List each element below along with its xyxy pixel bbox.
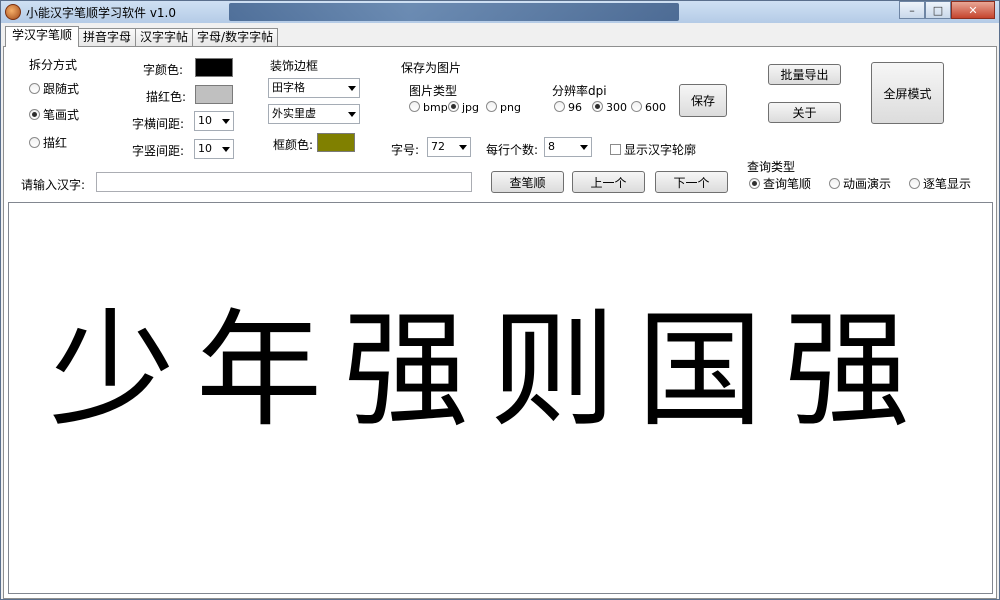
trace-color-swatch[interactable]	[195, 85, 233, 104]
batch-export-button[interactable]: 批量导出	[768, 64, 841, 85]
radio-dpi-300[interactable]	[592, 101, 603, 112]
tab-stroke-order[interactable]: 学汉字笔顺	[5, 26, 80, 47]
save-image-title: 保存为图片	[401, 61, 462, 75]
radio-follow[interactable]	[29, 83, 40, 94]
trace-color-label: 描红色:	[146, 90, 187, 104]
radio-stroke[interactable]	[29, 109, 40, 120]
chevron-down-icon	[348, 112, 356, 117]
split-option-follow[interactable]: 跟随式	[29, 80, 79, 97]
border-title: 装饰边框	[270, 59, 319, 73]
next-button[interactable]: 下一个	[655, 171, 728, 193]
window-controls: – □ ✕	[899, 1, 995, 19]
stroke-display-canvas[interactable]: 少年强则国强	[8, 202, 993, 594]
radio-dpi-96[interactable]	[554, 101, 565, 112]
radio-query-stroke[interactable]	[749, 178, 760, 189]
split-option-trace[interactable]: 描红	[29, 134, 67, 151]
char-color-swatch[interactable]	[195, 58, 233, 77]
checkbox-outline[interactable]	[610, 144, 621, 155]
split-option-stroke[interactable]: 笔画式	[29, 106, 79, 123]
dpi-300[interactable]: 300	[592, 101, 627, 114]
h-spacing-select[interactable]: 10	[194, 111, 234, 131]
chevron-down-icon	[222, 119, 230, 124]
radio-trace[interactable]	[29, 137, 40, 148]
title-bar-background-blur	[229, 3, 679, 21]
save-button[interactable]: 保存	[679, 84, 727, 117]
image-type-png[interactable]: png	[486, 101, 521, 114]
grid-style-select[interactable]: 田字格	[268, 78, 360, 98]
fullscreen-button[interactable]: 全屏模式	[871, 62, 944, 124]
dpi-600[interactable]: 600	[631, 101, 666, 114]
image-type-bmp[interactable]: bmp	[409, 101, 448, 114]
per-row-label: 每行个数:	[486, 143, 539, 157]
frame-color-swatch[interactable]	[317, 133, 355, 152]
font-size-label: 字号:	[391, 143, 420, 157]
query-type-title: 查询类型	[747, 160, 796, 174]
close-button[interactable]: ✕	[951, 1, 995, 19]
chevron-down-icon	[222, 147, 230, 152]
frame-color-label: 框颜色:	[273, 138, 314, 152]
chevron-down-icon	[580, 145, 588, 150]
display-characters: 少年强则国强	[49, 297, 931, 444]
app-window: 小能汉字笔顺学习软件 v1.0 – □ ✕ 学汉字笔顺 拼音字母 汉字字帖 字母…	[0, 0, 1000, 600]
hanzi-input-label: 请输入汉字:	[21, 178, 86, 192]
hanzi-input[interactable]	[96, 172, 472, 192]
title-bar[interactable]: 小能汉字笔顺学习软件 v1.0 – □ ✕	[1, 1, 999, 23]
radio-dpi-600[interactable]	[631, 101, 642, 112]
h-spacing-label: 字横间距:	[132, 117, 185, 131]
window-title: 小能汉字笔顺学习软件 v1.0	[26, 5, 177, 20]
prev-button[interactable]: 上一个	[572, 171, 645, 193]
app-logo-icon	[5, 4, 21, 20]
radio-query-step[interactable]	[909, 178, 920, 189]
char-color-label: 字颜色:	[143, 63, 184, 77]
tab-hanzi-copybook[interactable]: 汉字字帖	[135, 28, 194, 47]
radio-jpg[interactable]	[448, 101, 459, 112]
split-mode-title: 拆分方式	[29, 58, 78, 72]
radio-bmp[interactable]	[409, 101, 420, 112]
per-row-select[interactable]: 8	[544, 137, 592, 157]
v-spacing-label: 字竖间距:	[132, 144, 185, 158]
query-type-stroke[interactable]: 查询笔顺	[749, 175, 811, 192]
tab-letter-number-copybook[interactable]: 字母/数字字帖	[192, 28, 279, 47]
radio-png[interactable]	[486, 101, 497, 112]
dpi-title: 分辨率dpi	[552, 84, 607, 98]
chevron-down-icon	[459, 145, 467, 150]
line-style-select[interactable]: 外实里虚	[268, 104, 360, 124]
chevron-down-icon	[348, 86, 356, 91]
about-button[interactable]: 关于	[768, 102, 841, 123]
image-type-title: 图片类型	[409, 84, 458, 98]
query-type-step[interactable]: 逐笔显示	[909, 175, 971, 192]
minimize-button[interactable]: –	[899, 1, 925, 19]
query-type-animation[interactable]: 动画演示	[829, 175, 891, 192]
maximize-button[interactable]: □	[925, 1, 951, 19]
font-size-select[interactable]: 72	[427, 137, 471, 157]
v-spacing-select[interactable]: 10	[194, 139, 234, 159]
image-type-jpg[interactable]: jpg	[448, 101, 479, 114]
tab-strip: 学汉字笔顺 拼音字母 汉字字帖 字母/数字字帖	[5, 26, 279, 47]
radio-query-animation[interactable]	[829, 178, 840, 189]
tab-pinyin[interactable]: 拼音字母	[78, 28, 137, 47]
dpi-96[interactable]: 96	[554, 101, 582, 114]
show-outline-checkbox[interactable]: 显示汉字轮廓	[610, 141, 696, 158]
search-stroke-button[interactable]: 查笔顺	[491, 171, 564, 193]
